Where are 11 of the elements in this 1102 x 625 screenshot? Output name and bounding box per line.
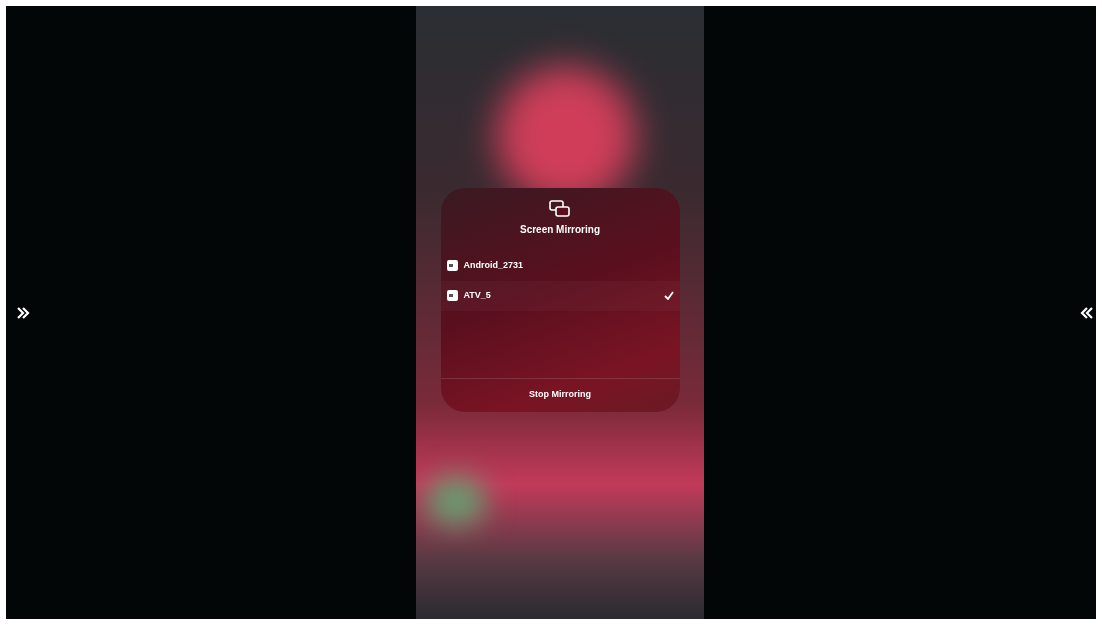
blurred-app-icon [426,476,486,526]
tv-icon [446,260,458,271]
chevrons-left-icon [1080,306,1094,319]
mirroring-icon [549,199,571,218]
device-item[interactable]: ATV_5 [440,280,680,311]
checkmark-icon [663,291,674,300]
device-item[interactable]: Android_2731 [440,250,680,281]
panel-title: Screen Mirroring [520,222,600,237]
tv-icon [446,290,458,301]
chevrons-right-icon [16,306,30,319]
stop-mirroring-button[interactable]: Stop Mirroring [521,384,599,406]
